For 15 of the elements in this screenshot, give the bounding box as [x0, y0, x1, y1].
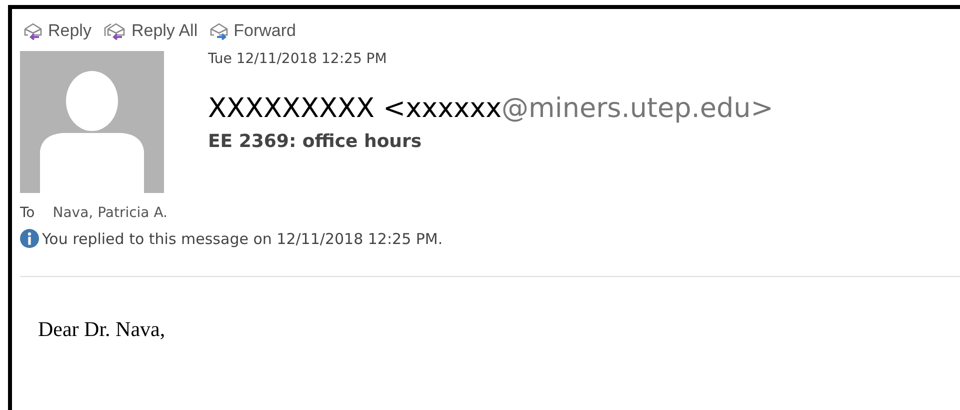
envelope-arrow-icon	[24, 22, 44, 40]
info-icon	[20, 229, 39, 248]
to-label: To	[20, 205, 35, 221]
toolbar-button[interactable]: Reply All	[103, 21, 198, 41]
body-paragraph: Dear Dr. Nava,	[38, 317, 166, 342]
toolbar-button[interactable]: Reply	[24, 21, 92, 41]
sender-name: XXXXXXXXX <xxxxxx	[208, 93, 502, 124]
toolbar-button[interactable]: Forward	[210, 21, 296, 41]
recipient-name[interactable]: Nava, Patricia A.	[52, 205, 168, 221]
envelope-arrow-icon	[103, 22, 128, 40]
reply-notice: You replied to this message on 12/11/2018 12:25 PM.	[42, 230, 443, 248]
sender-address: @miners.utep.edu>	[502, 93, 774, 124]
envelope-arrow-icon	[210, 22, 230, 40]
message-subject: EE 2369: office hours	[208, 131, 423, 152]
message-date: Tue 12/11/2018 12:25 PM	[208, 51, 388, 67]
